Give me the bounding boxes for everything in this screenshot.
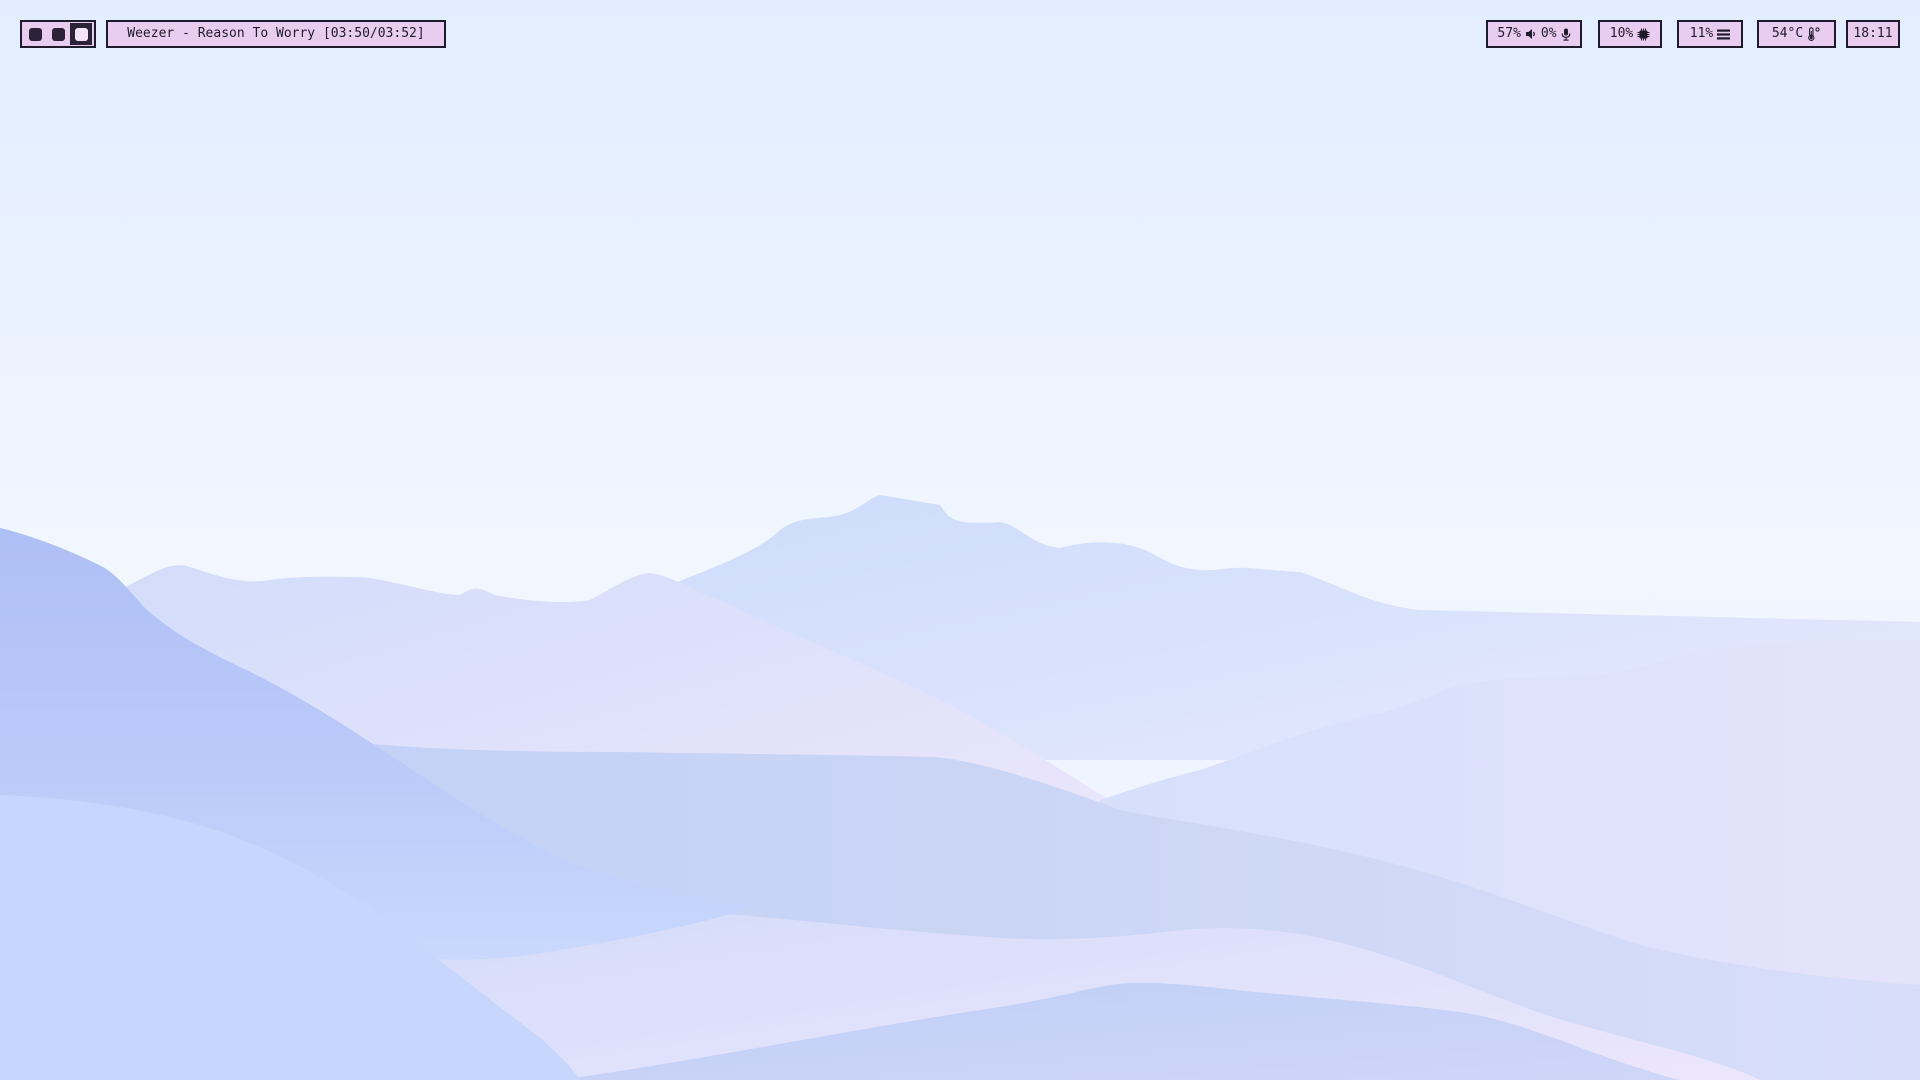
- clock-time: 18:11: [1853, 26, 1893, 41]
- volume-value: 57%: [1497, 26, 1521, 41]
- cpu-value: 10%: [1609, 26, 1634, 41]
- cpu-chip-icon: [1637, 28, 1650, 41]
- wallpaper-mountains: [0, 0, 1920, 1080]
- workspace-button-1[interactable]: [24, 23, 46, 45]
- now-playing-text: Weezer - Reason To Worry [03:50/03:52]: [127, 26, 425, 41]
- memory-bars-icon: [1717, 29, 1731, 40]
- audio-module[interactable]: 57% 0%: [1486, 20, 1582, 48]
- microphone-icon: [1561, 28, 1571, 41]
- thermometer-icon: [1807, 27, 1821, 41]
- desktop: Weezer - Reason To Worry [03:50/03:52] 5…: [0, 0, 1920, 1080]
- temperature-module[interactable]: 54°C: [1757, 20, 1836, 48]
- workspace-3-square-icon: [74, 27, 88, 41]
- now-playing-media[interactable]: Weezer - Reason To Worry [03:50/03:52]: [106, 20, 446, 48]
- mic-value: 0%: [1540, 26, 1557, 41]
- speaker-icon: [1525, 28, 1537, 40]
- memory-value: 11%: [1689, 26, 1714, 41]
- workspace-button-2[interactable]: [47, 23, 69, 45]
- cpu-module[interactable]: 10%: [1598, 20, 1662, 48]
- memory-module[interactable]: 11%: [1677, 20, 1743, 48]
- workspace-1-square-icon: [28, 27, 42, 41]
- clock[interactable]: 18:11: [1846, 20, 1900, 48]
- workspace-switcher: [20, 20, 96, 48]
- workspace-button-3-active[interactable]: [70, 23, 92, 45]
- workspace-2-square-icon: [51, 27, 65, 41]
- temperature-value: 54°C: [1771, 26, 1804, 41]
